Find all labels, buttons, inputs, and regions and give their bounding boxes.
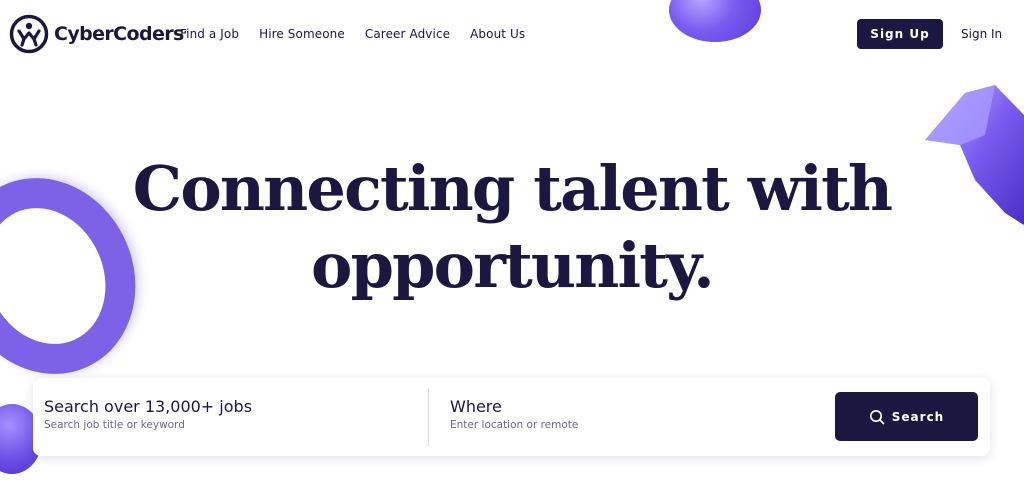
job-keyword-field[interactable]: Search over 13,000+ jobs bbox=[44, 378, 424, 456]
main-nav: Find a Job Hire Someone Career Advice Ab… bbox=[180, 27, 545, 41]
cybercoders-logo-icon bbox=[9, 14, 49, 54]
sign-in-link[interactable]: Sign In bbox=[961, 27, 1002, 41]
search-icon bbox=[869, 409, 885, 424]
search-divider bbox=[428, 388, 429, 446]
job-keyword-input[interactable] bbox=[44, 419, 424, 431]
search-button-label: Search bbox=[891, 409, 945, 424]
site-header: CyberCoders. Find a Job Hire Someone Car… bbox=[0, 0, 1024, 70]
location-label: Where bbox=[450, 397, 502, 416]
job-keyword-label: Search over 13,000+ jobs bbox=[44, 397, 253, 416]
nav-hire-someone[interactable]: Hire Someone bbox=[259, 27, 345, 41]
sign-up-button[interactable]: Sign Up bbox=[857, 19, 943, 49]
search-button[interactable]: Search bbox=[835, 392, 978, 441]
nav-career-advice[interactable]: Career Advice bbox=[365, 27, 450, 41]
location-input[interactable] bbox=[450, 419, 820, 431]
nav-find-a-job[interactable]: Find a Job bbox=[180, 27, 239, 41]
job-search-bar: Search over 13,000+ jobs Where Search bbox=[33, 378, 990, 456]
hero-heading-line-1: Connecting talent with bbox=[132, 152, 893, 225]
location-field[interactable]: Where bbox=[450, 378, 820, 456]
logo[interactable]: CyberCoders. bbox=[9, 14, 187, 54]
logo-text: CyberCoders. bbox=[54, 23, 187, 45]
nav-about-us[interactable]: About Us bbox=[470, 27, 525, 41]
hero-heading-line-2: opportunity. bbox=[311, 229, 715, 302]
hero-heading: Connecting talent with opportunity. bbox=[0, 150, 1024, 304]
